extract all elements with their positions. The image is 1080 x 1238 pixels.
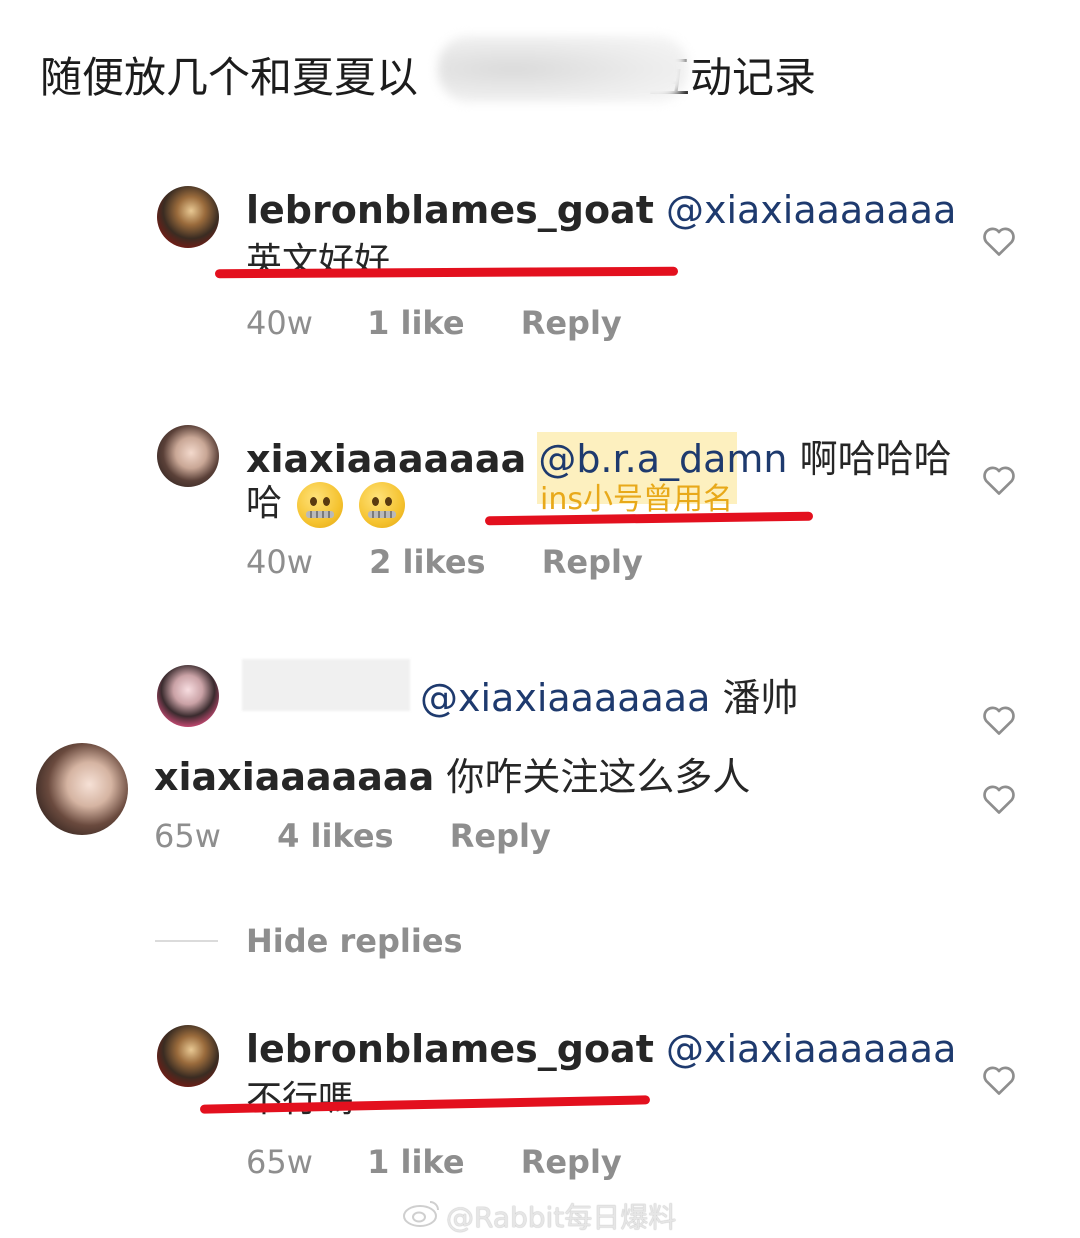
comment-text: 哈 <box>246 483 283 524</box>
mention-link[interactable]: @xiaxiaaaaaaa <box>420 676 710 720</box>
heart-outline-icon[interactable] <box>981 462 1017 498</box>
avatar[interactable] <box>157 665 219 727</box>
like-count[interactable]: 1 like <box>367 304 464 342</box>
zipper-mouth-emoji <box>297 482 344 528</box>
heart-outline-icon[interactable] <box>981 781 1017 817</box>
username[interactable]: lebronblames_goat <box>246 188 654 232</box>
comment-meta: 40w 1 like Reply <box>246 304 622 342</box>
heart-outline-icon[interactable] <box>981 702 1017 738</box>
mention-link[interactable]: @xiaxiaaaaaaa <box>666 188 956 232</box>
hide-replies-label[interactable]: Hide replies <box>246 922 463 960</box>
comment-time: 65w <box>154 817 221 855</box>
weibo-logo-icon <box>403 1201 439 1227</box>
comment-header: lebronblames_goat @xiaxiaaaaaaa <box>246 188 956 232</box>
reply-button[interactable]: Reply <box>542 543 643 581</box>
comment-header: lebronblames_goat @xiaxiaaaaaaa <box>246 1027 956 1071</box>
like-count[interactable]: 4 likes <box>277 817 394 855</box>
redacted-username <box>242 659 410 711</box>
red-underline <box>484 511 814 526</box>
headline-start: 随便放几个和夏夏以 <box>40 53 419 102</box>
red-underline <box>214 266 679 279</box>
mention-link[interactable]: @xiaxiaaaaaaa <box>666 1027 956 1071</box>
comment-text: 潘帅 <box>722 676 799 720</box>
comment-header: xiaxiaaaaaaa 你咋关注这么多人 <box>154 746 750 801</box>
like-count[interactable]: 2 likes <box>369 543 486 581</box>
reply-button[interactable]: Reply <box>450 817 551 855</box>
redaction-blur <box>438 36 688 102</box>
username[interactable]: xiaxiaaaaaaa <box>154 755 434 799</box>
avatar[interactable] <box>157 186 219 248</box>
comment-meta: 65w 4 likes Reply <box>154 817 551 855</box>
comment-header: @xiaxiaaaaaaa 潘帅 <box>420 667 799 722</box>
comment-meta: 65w 1 like Reply <box>246 1143 622 1181</box>
like-count[interactable]: 1 like <box>367 1143 464 1181</box>
heart-outline-icon[interactable] <box>981 1062 1017 1098</box>
reply-button[interactable]: Reply <box>521 304 622 342</box>
hide-replies-line <box>155 940 218 942</box>
avatar[interactable] <box>36 743 128 835</box>
comment-time: 40w <box>246 304 313 342</box>
zipper-mouth-emoji <box>358 482 405 528</box>
heart-outline-icon[interactable] <box>981 223 1017 259</box>
avatar[interactable] <box>157 1025 219 1087</box>
comment-time: 65w <box>246 1143 313 1181</box>
comment-meta: 40w 2 likes Reply <box>246 543 643 581</box>
annotation-label: ins小号曾用名 <box>540 482 733 517</box>
comment-text: 啊哈哈哈 <box>799 437 952 481</box>
avatar[interactable] <box>157 425 219 487</box>
comment-text-line2: 哈 <box>246 474 405 528</box>
hide-replies-button[interactable]: Hide replies <box>246 922 463 960</box>
comment-text: 不行嗎 <box>246 1079 355 1120</box>
comment-time: 40w <box>246 543 313 581</box>
watermark-text: @Rabbit每日爆料 <box>446 1201 677 1234</box>
page-title: 随便放几个和夏夏以 互动记录 <box>40 44 816 105</box>
username[interactable]: lebronblames_goat <box>246 1027 654 1071</box>
reply-button[interactable]: Reply <box>521 1143 622 1181</box>
comment-text: 你咋关注这么多人 <box>446 755 751 799</box>
